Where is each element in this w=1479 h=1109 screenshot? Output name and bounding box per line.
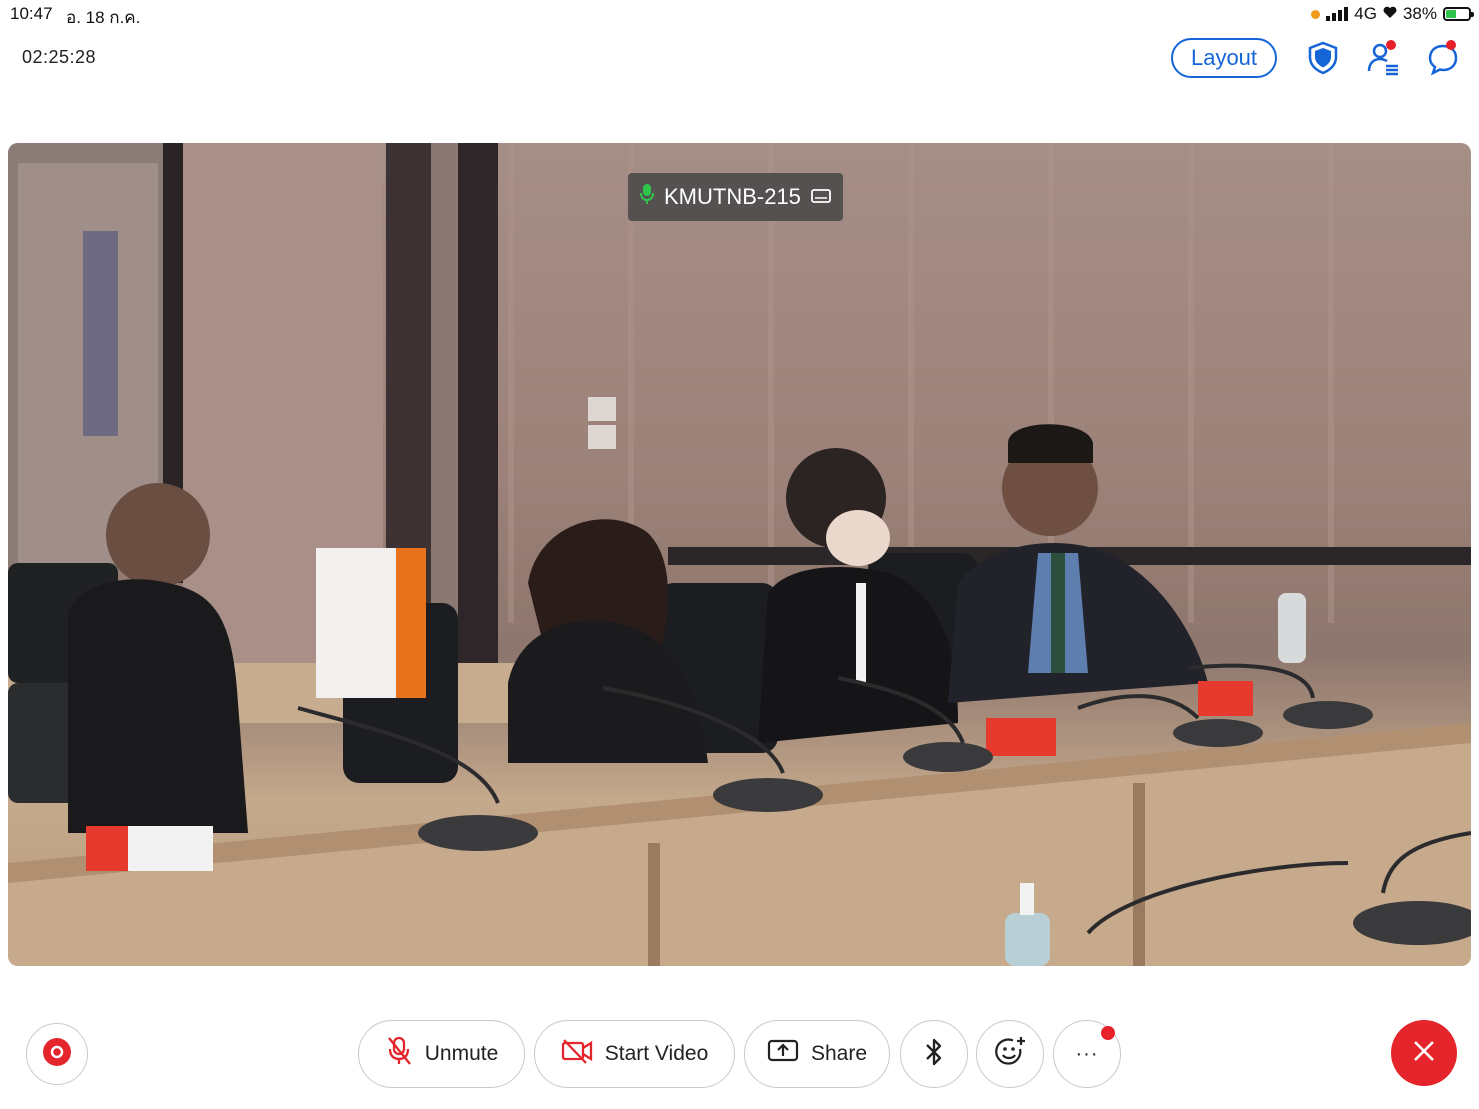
room-device-icon bbox=[811, 184, 831, 210]
conference-room-scene bbox=[8, 143, 1471, 966]
close-icon bbox=[1411, 1038, 1437, 1069]
battery-percent: 38% bbox=[1402, 4, 1437, 23]
record-icon bbox=[42, 1037, 72, 1072]
status-date: อ. 18 ก.ค. bbox=[66, 8, 141, 27]
participants-notification-dot bbox=[1386, 40, 1396, 50]
bluetooth-button[interactable] bbox=[900, 1020, 968, 1088]
share-label: Share bbox=[810, 1042, 868, 1065]
leave-meeting-button[interactable] bbox=[1391, 1020, 1457, 1086]
share-screen-icon bbox=[767, 1038, 799, 1070]
record-button[interactable] bbox=[26, 1023, 88, 1085]
share-button[interactable]: Share bbox=[744, 1020, 890, 1088]
chat-notification-dot bbox=[1446, 40, 1456, 50]
video-off-icon bbox=[561, 1038, 593, 1070]
signal-icon bbox=[1326, 7, 1349, 21]
reaction-icon bbox=[993, 1035, 1027, 1074]
battery-icon bbox=[1443, 7, 1474, 21]
meeting-controls: Unmute Start Video Share ··· bbox=[0, 1018, 1479, 1090]
chat-icon[interactable] bbox=[1426, 40, 1460, 76]
status-bar: 10:47 อ. 18 ก.ค. 4G 38% bbox=[0, 0, 1479, 28]
privacy-indicator-icon bbox=[1311, 9, 1321, 19]
unmute-label: Unmute bbox=[424, 1042, 499, 1065]
bluetooth-icon bbox=[923, 1037, 945, 1072]
status-time: 10:47 bbox=[10, 4, 53, 23]
meeting-timer: 02:25:28 bbox=[22, 47, 97, 67]
network-type: 4G bbox=[1354, 4, 1377, 23]
status-indicators: 4G 38% bbox=[1311, 4, 1474, 24]
more-notification-dot bbox=[1101, 1026, 1115, 1040]
start-video-label: Start Video bbox=[604, 1042, 709, 1065]
start-video-button[interactable]: Start Video bbox=[534, 1020, 735, 1088]
mic-active-icon bbox=[640, 183, 654, 211]
shield-icon[interactable] bbox=[1306, 40, 1340, 76]
participants-icon[interactable] bbox=[1366, 40, 1400, 76]
participant-name: KMUTNB-215 bbox=[664, 184, 801, 209]
reaction-button[interactable] bbox=[976, 1020, 1044, 1088]
mic-off-icon bbox=[385, 1035, 413, 1073]
unmute-button[interactable]: Unmute bbox=[358, 1020, 525, 1088]
video-feed[interactable]: KMUTNB-215 bbox=[8, 143, 1471, 966]
more-button[interactable]: ··· bbox=[1053, 1020, 1121, 1088]
more-icon: ··· bbox=[1075, 1042, 1099, 1065]
layout-button[interactable]: Layout bbox=[1171, 38, 1277, 78]
heart-icon bbox=[1383, 4, 1397, 24]
participant-name-tag: KMUTNB-215 bbox=[628, 173, 843, 221]
